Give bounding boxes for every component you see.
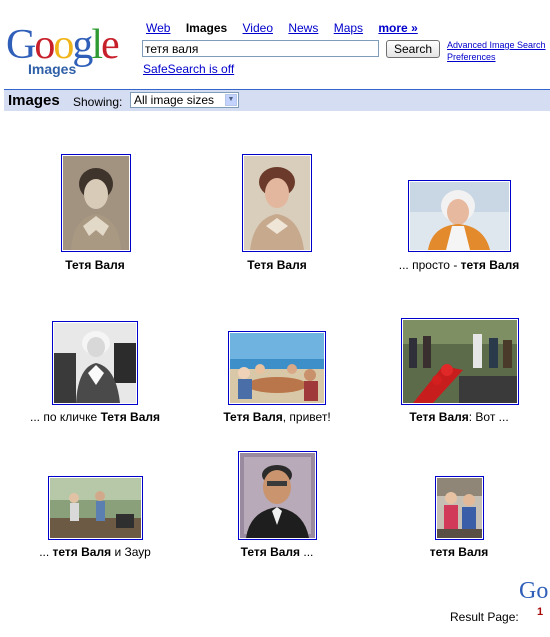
logo-letter: o (34, 22, 55, 68)
caption-highlight: Тетя Валя (223, 410, 283, 424)
logo-letter: l (91, 22, 103, 68)
result-page-label: Result Page: (450, 610, 519, 624)
caption-highlight: тетя Валя (52, 545, 112, 559)
logo-letter: e (101, 22, 120, 68)
caption-post: ... (300, 545, 314, 559)
caption-highlight: Тетя Валя (247, 258, 307, 272)
logo-letter: o (53, 22, 74, 68)
caption-post: и Заур (111, 545, 151, 559)
logo-letter: g (72, 22, 93, 68)
caption-pre: ... (39, 545, 53, 559)
photo-memorial-flowers (403, 320, 517, 403)
caption-pre: ... по кличке (29, 410, 101, 424)
result-thumbnail[interactable] (408, 180, 511, 252)
result-caption[interactable]: Тетя Валя: Вот ... (368, 410, 550, 424)
search-input[interactable] (142, 40, 379, 57)
photo-people-outdoors (50, 478, 141, 538)
caption-highlight: тетя Валя (460, 258, 520, 272)
photo-portrait-sepia (63, 156, 129, 250)
result-caption[interactable]: ... просто - тетя Валя (368, 258, 550, 272)
result-thumbnail[interactable] (228, 331, 326, 405)
caption-highlight: тетя Валя (429, 545, 489, 559)
result-caption[interactable]: Тетя Валя (4, 258, 186, 272)
showing-label: Showing: (73, 95, 123, 109)
result-thumbnail[interactable] (238, 451, 317, 540)
nav-more-link[interactable]: more » (378, 21, 417, 35)
caption-highlight: Тетя Валя (100, 410, 160, 424)
preferences-link[interactable]: Preferences (447, 51, 546, 63)
result-caption[interactable]: тетя Валя (368, 545, 550, 559)
result-thumbnail[interactable] (61, 154, 131, 252)
result-thumbnail[interactable] (401, 318, 519, 405)
image-size-value: All image sizes (134, 93, 215, 107)
caption-post: , привет! (282, 410, 331, 424)
search-button[interactable]: Search (386, 40, 440, 58)
photo-two-children (437, 478, 482, 538)
result-thumbnail[interactable] (435, 476, 484, 540)
caption-highlight: Тетя Валя (240, 545, 301, 559)
result-caption[interactable]: ... по кличке Тетя Валя (4, 410, 186, 424)
images-results-bar: Images Showing: All image sizes ▼ (4, 89, 550, 111)
pagination-logo: Go (519, 579, 548, 603)
caption-post: : Вот ... (468, 410, 509, 424)
caption-pre: ... просто - (398, 258, 461, 272)
search-verticals-nav: Web Images Video News Maps more » (146, 21, 430, 35)
bar-title: Images (8, 92, 60, 109)
logo-letter: G (6, 22, 36, 68)
google-images-logo[interactable]: Google Images (6, 24, 134, 80)
photo-beach-table (230, 333, 324, 403)
caption-highlight: Тетя Валя (65, 258, 125, 272)
logo-subtitle: Images (28, 61, 77, 77)
photo-man-portrait (240, 453, 315, 538)
result-caption[interactable]: Тетя Валя, привет! (186, 410, 368, 424)
caption-highlight: Тетя Валя (409, 410, 469, 424)
photo-woman-interior (54, 323, 136, 403)
nav-web-link[interactable]: Web (146, 21, 170, 35)
photo-portrait-color (244, 156, 310, 250)
result-thumbnail[interactable] (242, 154, 312, 252)
image-size-select[interactable]: All image sizes ▼ (130, 92, 239, 108)
current-page-number: 1 (537, 606, 544, 618)
pagination-logo-letters: Go (519, 578, 549, 604)
chevron-down-icon[interactable]: ▼ (225, 94, 237, 106)
nav-news-link[interactable]: News (288, 21, 318, 35)
google-logo-word: Google (6, 22, 120, 68)
advanced-image-search-link[interactable]: Advanced Image Search (447, 39, 546, 51)
nav-images-current: Images (185, 21, 228, 35)
nav-maps-link[interactable]: Maps (334, 21, 363, 35)
photo-elderly-woman (410, 182, 509, 250)
result-caption[interactable]: Тетя Валя ... (186, 545, 368, 559)
safesearch-link[interactable]: SafeSearch is off (143, 62, 234, 76)
result-caption[interactable]: Тетя Валя (186, 258, 368, 272)
advanced-links: Advanced Image Search Preferences (447, 39, 546, 63)
result-caption[interactable]: ... тетя Валя и Заур (4, 545, 186, 559)
result-thumbnail[interactable] (52, 321, 138, 405)
result-thumbnail[interactable] (48, 476, 143, 540)
nav-video-link[interactable]: Video (243, 21, 273, 35)
